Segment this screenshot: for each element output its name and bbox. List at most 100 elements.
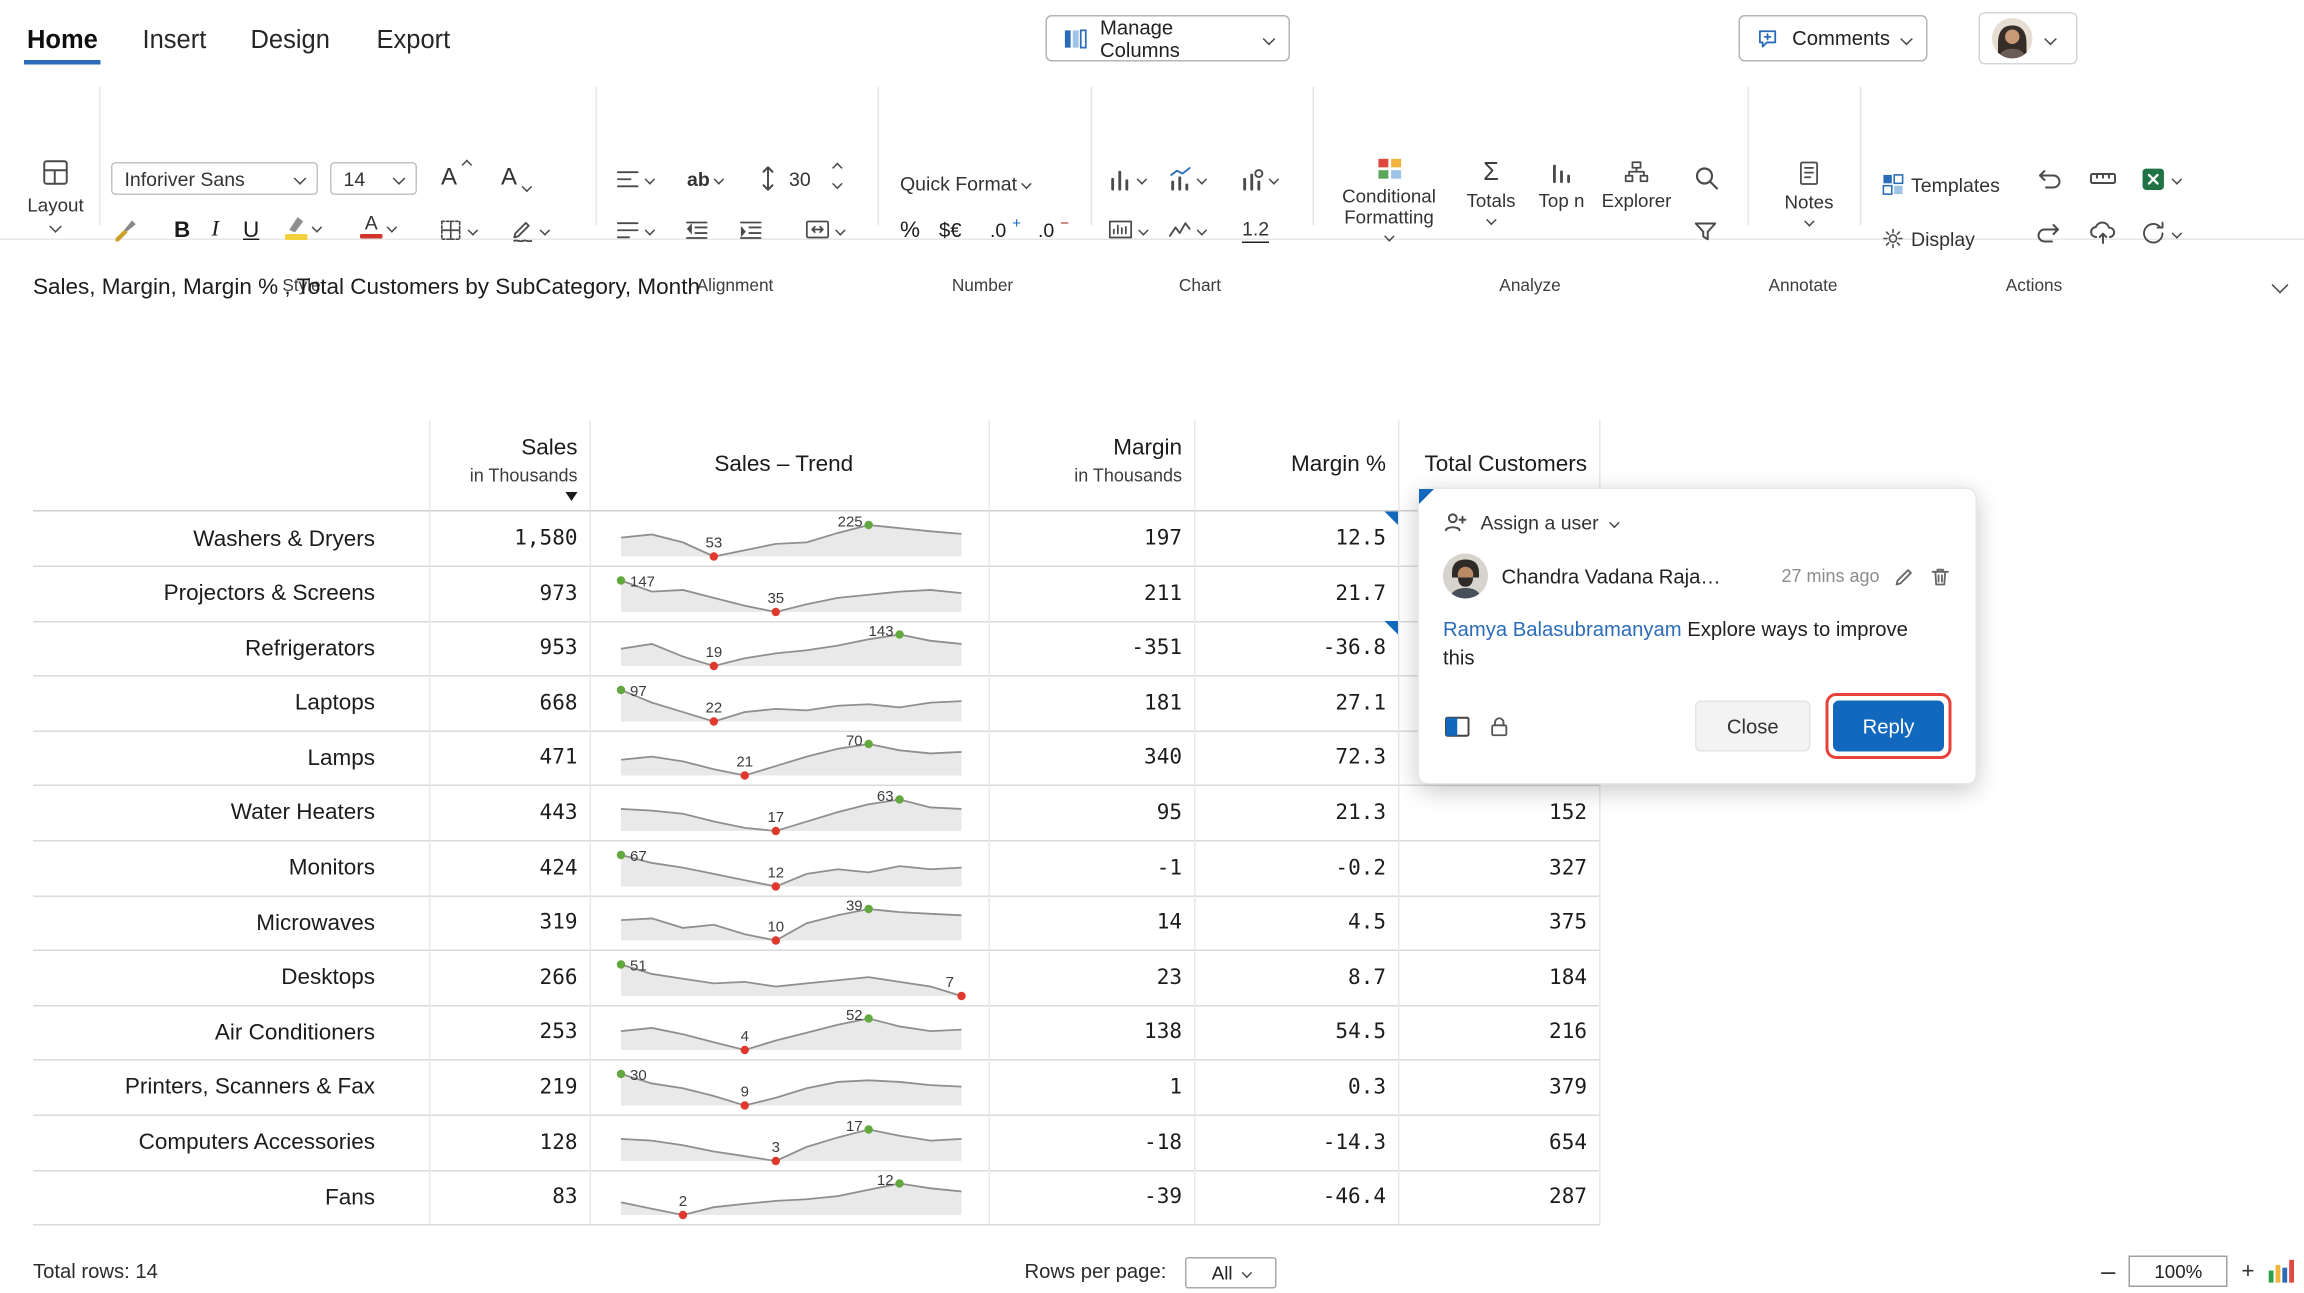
margin-pct-cell[interactable]: 0.3 — [1196, 1060, 1400, 1116]
margin-cell[interactable]: 138 — [990, 1006, 1196, 1062]
row-label-cell[interactable]: Washers & Dryers — [33, 512, 431, 568]
decrease-font-size-button[interactable]: A — [501, 162, 530, 195]
sales-cell[interactable]: 424 — [431, 841, 592, 897]
margin-cell[interactable]: 1 — [990, 1060, 1196, 1116]
cell-chart-button[interactable] — [1107, 213, 1147, 246]
trend-cell[interactable]: 14735 — [591, 566, 990, 622]
trend-cell[interactable]: 309 — [591, 1060, 990, 1116]
layout-button[interactable]: Layout — [21, 156, 90, 231]
combo-chart-button[interactable] — [1167, 162, 1205, 195]
customers-cell[interactable]: 327 — [1400, 841, 1601, 897]
trend-cell[interactable]: 7021 — [591, 731, 990, 787]
export-excel-button[interactable] — [2139, 162, 2180, 195]
currency-format-button[interactable]: $€ — [939, 213, 962, 246]
tab-insert[interactable]: Insert — [143, 26, 207, 56]
wrap-text-button[interactable]: ab — [687, 162, 723, 195]
format-pane-icon[interactable] — [1443, 713, 1472, 739]
zoom-out-button[interactable]: – — [2101, 1259, 2115, 1285]
stepper-down-icon[interactable] — [833, 178, 843, 188]
header-margin[interactable]: Margin in Thousands — [990, 420, 1196, 512]
sales-cell[interactable]: 319 — [431, 896, 592, 952]
lock-icon[interactable] — [1487, 713, 1513, 739]
decrease-indent-button[interactable] — [684, 213, 710, 246]
assign-user-button[interactable]: Assign a user — [1443, 510, 1952, 534]
mention-link[interactable]: Ramya Balasubramanyam — [1443, 618, 1682, 641]
trend-cell[interactable]: 3910 — [591, 896, 990, 952]
quick-format-button[interactable]: Quick Format — [900, 167, 1030, 200]
percent-format-button[interactable]: % — [900, 213, 920, 246]
margin-pct-cell[interactable]: 4.5 — [1196, 896, 1400, 952]
increase-font-size-button[interactable]: A — [441, 162, 470, 195]
customers-cell[interactable]: 152 — [1400, 786, 1601, 842]
margin-cell[interactable]: -1 — [990, 841, 1196, 897]
row-label-cell[interactable]: Projectors & Screens — [33, 566, 431, 622]
margin-cell[interactable]: 340 — [990, 731, 1196, 787]
top-n-button[interactable]: Top n — [1530, 159, 1593, 212]
margin-pct-cell[interactable]: -0.2 — [1196, 841, 1400, 897]
manage-columns-button[interactable]: Manage Columns — [1046, 15, 1291, 62]
decrease-decimal-button[interactable]: .0− — [1038, 213, 1069, 246]
horizontal-align-button[interactable] — [615, 213, 653, 246]
margin-cell[interactable]: 181 — [990, 676, 1196, 732]
margin-cell[interactable]: 211 — [990, 566, 1196, 622]
header-subcategory[interactable] — [33, 420, 431, 512]
customers-cell[interactable]: 287 — [1400, 1170, 1601, 1226]
draw-pen-button[interactable] — [510, 213, 548, 246]
increase-decimal-button[interactable]: .0+ — [990, 213, 1021, 246]
customers-cell[interactable]: 654 — [1400, 1115, 1601, 1171]
tab-design[interactable]: Design — [251, 26, 330, 56]
margin-pct-cell[interactable]: -14.3 — [1196, 1115, 1400, 1171]
trend-cell[interactable]: 22553 — [591, 512, 990, 568]
increase-indent-button[interactable] — [738, 213, 764, 246]
merge-cells-button[interactable] — [804, 213, 844, 246]
sales-cell[interactable]: 266 — [431, 951, 592, 1007]
trend-cell[interactable]: 524 — [591, 1006, 990, 1062]
row-label-cell[interactable]: Microwaves — [33, 896, 431, 952]
sales-cell[interactable]: 471 — [431, 731, 592, 787]
filter-button[interactable] — [1692, 216, 1719, 249]
row-label-cell[interactable]: Desktops — [33, 951, 431, 1007]
margin-cell[interactable]: 14 — [990, 896, 1196, 952]
refresh-button[interactable] — [2139, 216, 2180, 249]
margin-cell[interactable]: -351 — [990, 621, 1196, 677]
borders-button[interactable] — [438, 213, 476, 246]
templates-button[interactable]: Templates — [1881, 168, 2000, 201]
row-label-cell[interactable]: Air Conditioners — [33, 1006, 431, 1062]
customers-cell[interactable]: 184 — [1400, 951, 1601, 1007]
margin-pct-cell[interactable]: 54.5 — [1196, 1006, 1400, 1062]
sales-cell[interactable]: 1,580 — [431, 512, 592, 568]
sparkline-button[interactable] — [1167, 213, 1205, 246]
row-label-cell[interactable]: Refrigerators — [33, 621, 431, 677]
display-button[interactable]: Display — [1881, 222, 1975, 255]
zoom-level[interactable]: 100% — [2129, 1256, 2228, 1288]
ruler-button[interactable] — [2088, 162, 2118, 195]
tab-export[interactable]: Export — [377, 26, 451, 56]
underline-button[interactable]: U — [243, 213, 259, 246]
delete-comment-icon[interactable] — [1929, 565, 1952, 588]
highlight-color-button[interactable] — [285, 210, 320, 243]
redo-button[interactable] — [2034, 216, 2064, 249]
totals-button[interactable]: Σ Totals — [1458, 159, 1524, 223]
sales-cell[interactable]: 443 — [431, 786, 592, 842]
reply-button[interactable]: Reply — [1833, 701, 1944, 752]
trend-cell[interactable]: 9722 — [591, 676, 990, 732]
sales-cell[interactable]: 83 — [431, 1170, 592, 1226]
format-painter-button[interactable] — [111, 213, 138, 246]
zoom-in-button[interactable]: + — [2241, 1260, 2254, 1283]
margin-cell[interactable]: 95 — [990, 786, 1196, 842]
margin-pct-cell[interactable]: 27.1 — [1196, 676, 1400, 732]
sales-cell[interactable]: 253 — [431, 1006, 592, 1062]
bold-button[interactable]: B — [174, 213, 190, 246]
trend-cell[interactable]: 517 — [591, 951, 990, 1007]
header-margin-pct[interactable]: Margin % — [1196, 420, 1400, 512]
margin-pct-cell[interactable]: 12.5 — [1196, 512, 1400, 568]
font-color-button[interactable]: A — [360, 210, 395, 243]
trend-cell[interactable]: 122 — [591, 1170, 990, 1226]
italic-button[interactable]: I — [212, 213, 220, 246]
stepper-up-icon[interactable] — [833, 164, 843, 174]
trend-cell[interactable]: 6712 — [591, 841, 990, 897]
row-label-cell[interactable]: Monitors — [33, 841, 431, 897]
customers-cell[interactable]: 379 — [1400, 1060, 1601, 1116]
margin-pct-cell[interactable]: -46.4 — [1196, 1170, 1400, 1226]
trend-cell[interactable]: 173 — [591, 1115, 990, 1171]
